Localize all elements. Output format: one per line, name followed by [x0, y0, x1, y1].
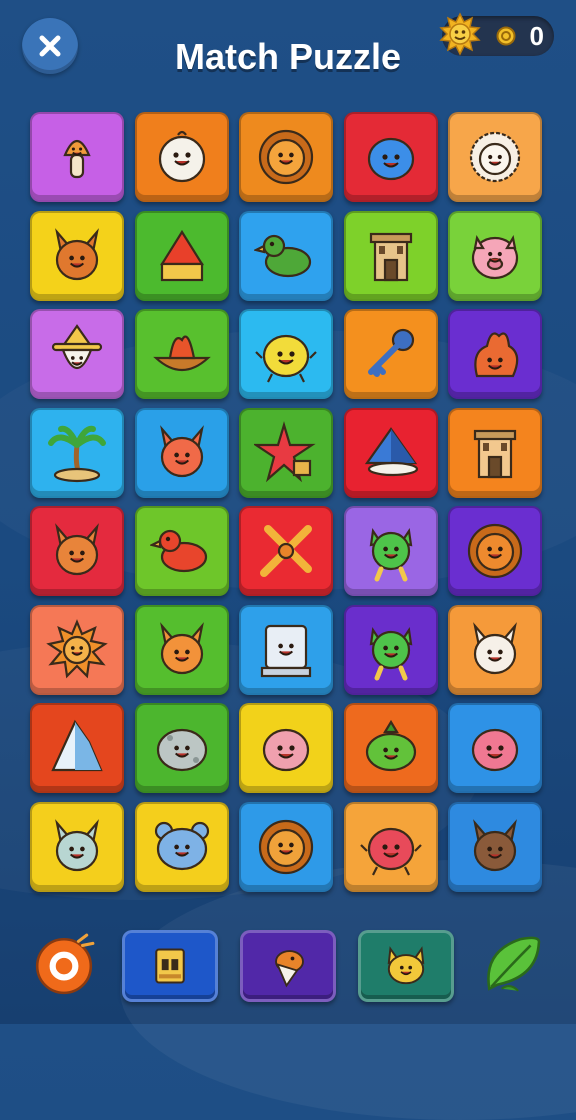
tile[interactable]	[134, 210, 229, 301]
tile[interactable]	[239, 309, 333, 399]
tile[interactable]	[30, 506, 124, 596]
sheep-icon	[463, 125, 527, 189]
tile[interactable]	[239, 801, 333, 892]
tile[interactable]	[343, 604, 438, 695]
fox-rider-icon	[150, 421, 214, 485]
tile[interactable]	[30, 309, 124, 399]
tile[interactable]	[239, 210, 333, 301]
tile[interactable]	[448, 112, 542, 202]
red-bird-icon	[149, 519, 214, 583]
tile[interactable]	[30, 112, 124, 202]
sun-lion-icon	[463, 519, 527, 583]
blue-blob-icon	[359, 125, 423, 189]
iceberg-icon	[45, 716, 109, 780]
bird-icon	[254, 224, 318, 288]
shuffle-powerup[interactable]	[122, 930, 218, 1002]
fox-icon	[45, 224, 109, 288]
red-crab-icon	[359, 815, 423, 879]
tile-board	[30, 112, 546, 892]
tv-robot-icon	[254, 618, 318, 682]
fish-cat-icon	[45, 815, 109, 879]
blue-bear-icon	[150, 815, 214, 879]
deer-icon	[45, 519, 109, 583]
tile[interactable]	[448, 506, 542, 596]
pink-blob-icon	[254, 716, 318, 780]
leaf-icon	[479, 931, 545, 997]
yellow-cat-icon	[381, 941, 431, 991]
fire-boat-icon	[150, 322, 214, 386]
starfish-icon	[254, 420, 318, 485]
snowman-face-icon	[150, 125, 214, 189]
tile[interactable]	[343, 210, 438, 301]
tile[interactable]	[343, 309, 438, 399]
tower-icon	[359, 224, 423, 288]
sun-coin-icon	[438, 12, 482, 56]
hint-powerup[interactable]	[240, 930, 336, 1002]
lion-cub-icon	[254, 815, 318, 879]
lion-icon	[254, 125, 318, 189]
tile[interactable]	[239, 604, 333, 695]
palm-tree-icon	[45, 421, 109, 485]
pig-icon	[463, 224, 527, 288]
tile[interactable]	[448, 407, 542, 498]
sun-icon	[45, 618, 109, 682]
orange-orb-icon	[31, 931, 97, 997]
tile[interactable]	[448, 210, 542, 301]
coin-icon	[496, 26, 516, 46]
tile[interactable]	[134, 309, 229, 399]
bird-hint-icon	[264, 942, 312, 990]
tile[interactable]	[134, 703, 229, 793]
coin-count: 0	[529, 21, 544, 51]
tile[interactable]	[448, 309, 542, 399]
powerup-bar	[0, 920, 576, 1010]
yellow-crab-icon	[254, 322, 318, 386]
tile[interactable]	[30, 604, 124, 695]
tile[interactable]	[134, 506, 229, 596]
tile[interactable]	[343, 407, 438, 498]
bunny-icon	[463, 618, 527, 682]
wolf-icon	[463, 815, 527, 879]
fire-creature-icon	[463, 322, 527, 386]
leaf-powerup[interactable]	[476, 928, 548, 1000]
crossed-sticks-icon	[254, 519, 318, 583]
corgi-icon	[150, 618, 214, 682]
tile[interactable]	[134, 801, 229, 892]
tile[interactable]	[30, 703, 124, 793]
tile[interactable]	[448, 703, 542, 793]
green-goblin-icon	[359, 519, 423, 583]
bomb-powerup[interactable]	[28, 928, 100, 1000]
tile[interactable]	[134, 112, 229, 202]
tile[interactable]	[448, 604, 542, 695]
tile[interactable]	[30, 801, 124, 892]
header: Match Puzzle 0	[0, 0, 576, 110]
tile[interactable]	[134, 407, 229, 498]
rock-face-icon	[150, 716, 214, 780]
tile[interactable]	[343, 506, 438, 596]
tile[interactable]	[448, 801, 542, 892]
pyramid-icon	[359, 421, 423, 485]
cheese-wedge-icon	[150, 224, 214, 288]
green-turtle-icon	[359, 716, 423, 780]
wizard-ghost-icon	[45, 322, 109, 386]
goblin-icon	[359, 618, 423, 682]
pink-bug-icon	[463, 716, 527, 780]
tile[interactable]	[343, 801, 438, 892]
coin-counter: 0	[439, 12, 554, 56]
tile[interactable]	[343, 112, 438, 202]
tile[interactable]	[343, 703, 438, 793]
tile[interactable]	[239, 506, 333, 596]
tile[interactable]	[239, 112, 333, 202]
tile[interactable]	[30, 210, 124, 301]
tile[interactable]	[239, 407, 333, 498]
temple-icon	[463, 421, 527, 485]
tile[interactable]	[134, 604, 229, 695]
key-icon	[359, 322, 423, 386]
card-box-icon	[148, 944, 192, 988]
cat-powerup[interactable]	[358, 930, 454, 1002]
tile[interactable]	[30, 407, 124, 498]
tile[interactable]	[239, 703, 333, 793]
mushroom-icon	[45, 125, 109, 189]
